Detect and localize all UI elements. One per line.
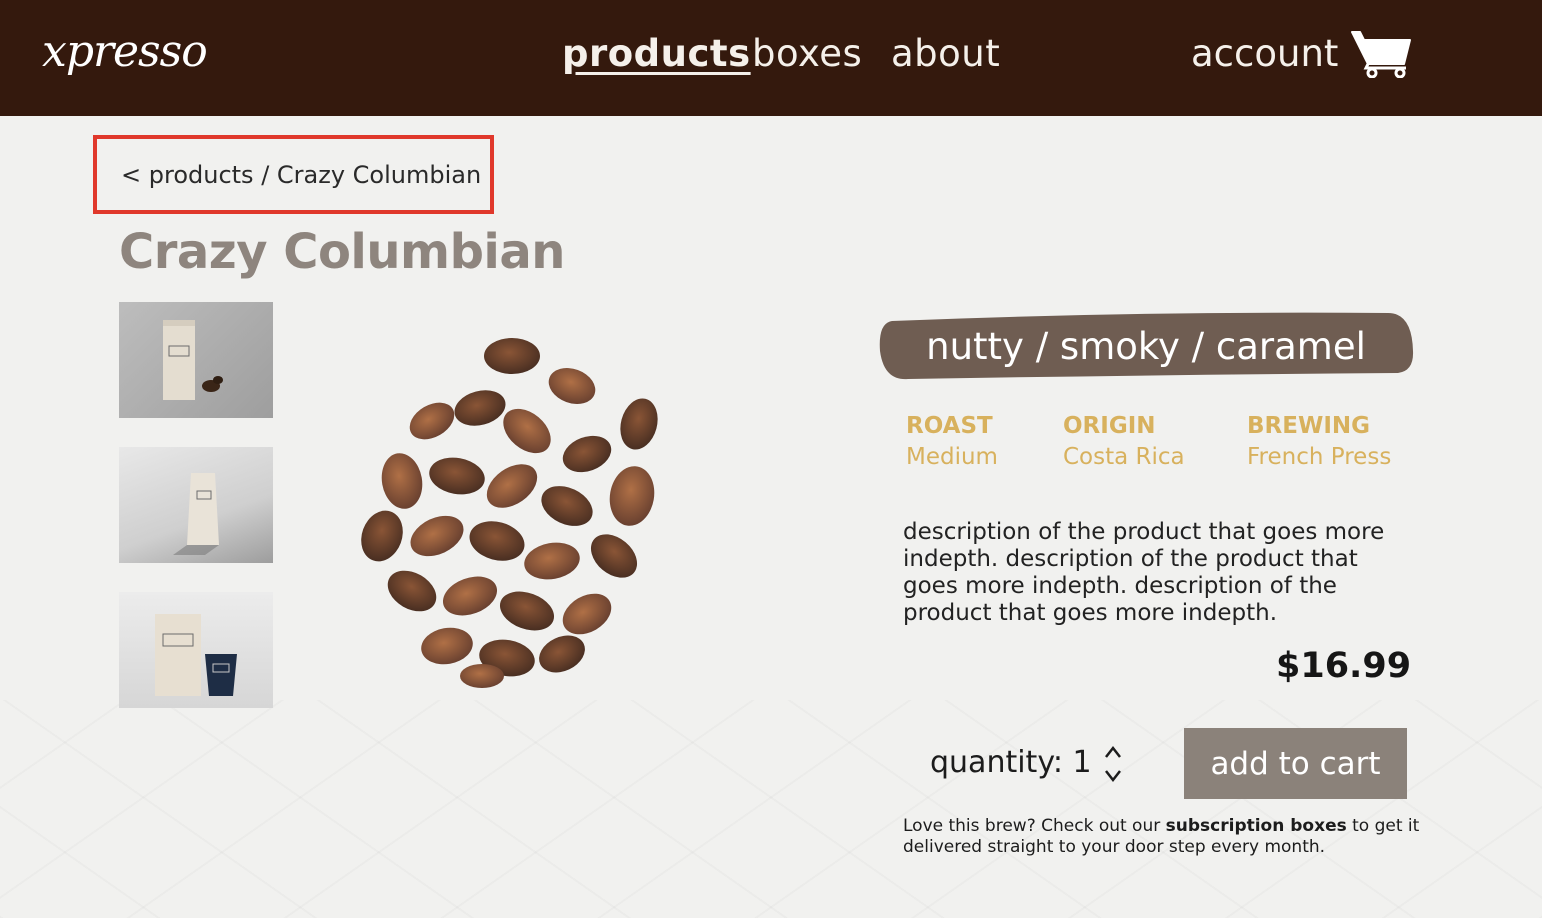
spec-origin-label: ORIGIN (1063, 413, 1156, 439)
spec-brewing-value: French Press (1247, 444, 1392, 470)
cart-icon[interactable] (1350, 28, 1414, 78)
page-title: Crazy Columbian (119, 224, 565, 280)
thumbnail-bag-with-beans[interactable] (119, 302, 273, 418)
add-to-cart-button[interactable]: add to cart (1184, 728, 1407, 799)
quantity-label: quantity: (930, 745, 1063, 780)
nav-about[interactable]: about (891, 32, 1000, 75)
spec-origin-value: Costa Rica (1063, 444, 1185, 470)
subscription-promo: Love this brew? Check out our subscripti… (903, 816, 1423, 858)
top-nav-bar: xpresso products boxes about account (0, 0, 1542, 116)
spec-roast-label: ROAST (906, 413, 993, 439)
account-link[interactable]: account (1191, 32, 1338, 75)
quantity-increase-icon[interactable] (1101, 742, 1125, 764)
product-description: description of the product that goes mor… (903, 519, 1385, 626)
breadcrumb-highlight: < products / Crazy Columbian (93, 135, 494, 214)
quantity-display: quantity: 1 (930, 745, 1092, 780)
breadcrumb: < products / Crazy Columbian (121, 161, 481, 189)
breadcrumb-back-link[interactable]: < products (121, 161, 254, 189)
promo-text-before: Love this brew? Check out our (903, 816, 1166, 836)
flavor-notes-text: nutty / smoky / caramel (926, 325, 1366, 368)
product-price: $16.99 (1276, 646, 1412, 686)
spec-roast-value: Medium (906, 444, 998, 470)
thumbnail-bag-and-cup[interactable] (119, 592, 273, 708)
coffee-beans-image (361, 338, 658, 688)
thumbnail-bag-standing[interactable] (119, 447, 273, 563)
nav-products[interactable]: products (562, 32, 751, 75)
subscription-boxes-link[interactable]: subscription boxes (1166, 816, 1347, 836)
site-logo[interactable]: xpresso (42, 26, 208, 77)
quantity-decrease-icon[interactable] (1101, 764, 1125, 786)
breadcrumb-current: Crazy Columbian (276, 161, 482, 189)
nav-boxes[interactable]: boxes (752, 32, 862, 75)
breadcrumb-separator: / (253, 161, 277, 189)
quantity-value: 1 (1072, 745, 1092, 780)
spec-brewing-label: BREWING (1247, 413, 1371, 439)
quantity-stepper[interactable] (1101, 742, 1125, 786)
flavor-notes-banner: nutty / smoky / caramel (878, 311, 1414, 381)
